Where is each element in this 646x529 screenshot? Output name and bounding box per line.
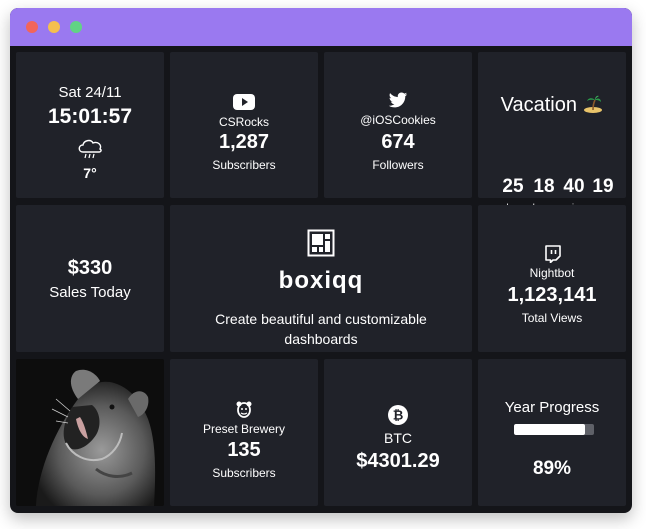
twitch-view-count: 1,123,141 (507, 284, 597, 306)
title-bar (10, 8, 632, 46)
app-window: Sat 24/11 15:01:57 7° CSRocks 1,287 Subs… (10, 8, 632, 513)
twitch-icon (478, 245, 626, 264)
clock-weather-widget: Sat 24/11 15:01:57 7° (16, 52, 164, 198)
sales-widget[interactable]: $330 Sales Today (16, 205, 164, 352)
brand-tagline-line-1: Create beautiful and customizable (215, 311, 427, 327)
bitcoin-price: $4301.29 (356, 450, 440, 472)
brand-tagline-line-2: dashboards (284, 331, 358, 347)
svg-text:₿: ₿ (393, 409, 404, 424)
bitcoin-widget[interactable]: ₿ BTC $4301.29 (324, 359, 472, 506)
year-progress-percent: 89% (532, 458, 572, 479)
youtube-icon (170, 94, 318, 110)
date-text: Sat 24/11 (58, 84, 122, 101)
twitch-channel-name: Nightbot (529, 266, 575, 280)
roaring-lioness-photo (16, 359, 164, 506)
year-progress-title: Year Progress (504, 399, 600, 416)
twitter-follower-count: 674 (381, 131, 415, 153)
countdown-widget: Vacation 25 days 18 hours 40 (478, 52, 626, 212)
bitcoin-icon: ₿ (324, 405, 472, 425)
youtube-count-label: Subscribers (212, 158, 276, 172)
maximize-window-button[interactable] (70, 21, 82, 33)
time-text: 15:01:57 (47, 105, 133, 128)
youtube-widget[interactable]: CSRocks 1,287 Subscribers (170, 52, 318, 198)
mailchimp-count-label: Subscribers (212, 466, 276, 480)
mailchimp-subscriber-count: 135 (227, 439, 261, 461)
close-window-button[interactable] (26, 21, 38, 33)
minimize-window-button[interactable] (48, 21, 60, 33)
twitch-count-label: Total Views (521, 311, 583, 325)
twitter-handle: @iOSCookies (360, 113, 436, 127)
brand-widget: boxiqq Create beautiful and customizable… (170, 205, 472, 352)
boxiqq-logo-icon (170, 229, 472, 259)
countdown-title: Vacation (500, 94, 577, 116)
twitter-count-label: Followers (372, 158, 424, 172)
sales-label: Sales Today (49, 284, 131, 301)
twitter-icon (324, 92, 472, 110)
twitch-widget[interactable]: Nightbot 1,123,141 Total Views (478, 205, 626, 352)
year-progress-fill (514, 424, 586, 435)
temperature-text: 7° (83, 165, 97, 181)
bitcoin-symbol: BTC (384, 430, 412, 446)
twitter-widget[interactable]: @iOSCookies 674 Followers (324, 52, 472, 198)
youtube-subscriber-count: 1,287 (218, 131, 270, 153)
rain-cloud-icon (16, 136, 164, 159)
sales-amount: $330 (67, 257, 113, 279)
island-icon (583, 94, 603, 119)
mailchimp-icon (170, 399, 318, 419)
youtube-channel-name: CSRocks (218, 115, 269, 129)
mailchimp-list-name: Preset Brewery (202, 422, 286, 436)
year-progress-widget: Year Progress 89% (478, 359, 626, 506)
brand-name: boxiqq (278, 267, 364, 294)
year-progress-bar (514, 424, 594, 435)
mailchimp-widget[interactable]: Preset Brewery 135 Subscribers (170, 359, 318, 506)
